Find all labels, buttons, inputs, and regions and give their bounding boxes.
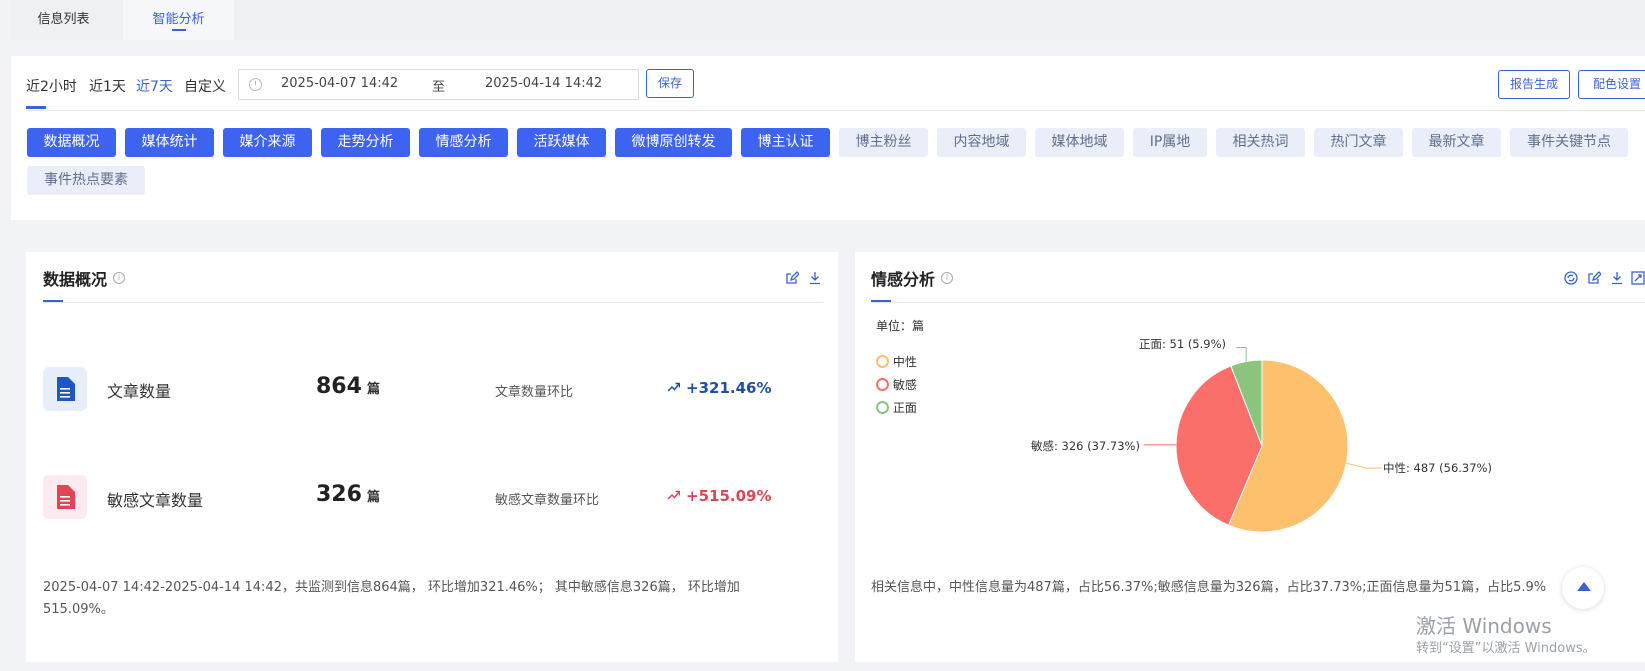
info-icon[interactable]: i bbox=[941, 272, 953, 284]
fullscreen-icon[interactable] bbox=[1631, 270, 1645, 285]
back-to-top-button[interactable] bbox=[1562, 567, 1604, 609]
tab-smart-analysis-label: 智能分析 bbox=[152, 12, 205, 27]
chip-ip-location[interactable]: IP属地 bbox=[1133, 128, 1207, 157]
pie-label-positive: 正面: 51 (5.9%) bbox=[1139, 337, 1227, 351]
range-1d[interactable]: 近1天 bbox=[89, 76, 126, 96]
date-start[interactable]: 2025-04-07 14:42 bbox=[281, 76, 398, 91]
overview-summary-line2: 515.09%。 bbox=[43, 602, 114, 617]
chip-latest-articles[interactable]: 最新文章 bbox=[1412, 128, 1501, 157]
date-end[interactable]: 2025-04-14 14:42 bbox=[485, 76, 602, 91]
trend-up-icon bbox=[667, 382, 680, 392]
overview-summary: 2025-04-07 14:42-2025-04-14 14:42，共监测到信息… bbox=[43, 577, 813, 621]
sentiment-summary: 相关信息中，中性信息量为487篇，占比56.37%;敏感信息量为326篇，占比3… bbox=[871, 580, 1547, 595]
windows-watermark-subtitle: 转到“设置”以激活 Windows。 bbox=[1416, 641, 1596, 656]
sensitive-mom-label: 敏感文章数量环比 bbox=[495, 493, 600, 508]
windows-watermark-title: 激活 Windows bbox=[1416, 614, 1552, 638]
panel-divider bbox=[43, 302, 823, 303]
sentiment-pie-chart bbox=[1144, 346, 1382, 533]
pie-leader-neutral bbox=[1346, 462, 1382, 469]
article-count-value: 864 篇 bbox=[316, 374, 380, 399]
overview-summary-line1: 2025-04-07 14:42-2025-04-14 14:42，共监测到信息… bbox=[43, 580, 740, 595]
pie-label-neutral: 中性: 487 (56.37%) bbox=[1383, 461, 1492, 475]
article-count-label: 文章数量 bbox=[107, 382, 172, 401]
article-mom-value: +321.46% bbox=[686, 379, 772, 397]
sensitive-count-number: 326 bbox=[316, 482, 362, 507]
range-custom[interactable]: 自定义 bbox=[184, 76, 226, 96]
download-icon[interactable] bbox=[1610, 270, 1624, 285]
clock-icon bbox=[249, 78, 262, 91]
tab-smart-analysis[interactable]: 智能分析 bbox=[123, 0, 234, 40]
download-icon[interactable] bbox=[808, 270, 822, 285]
panel-divider bbox=[871, 302, 1645, 303]
article-count-number: 864 bbox=[316, 374, 362, 399]
chip-blogger-fans[interactable]: 博主粉丝 bbox=[839, 128, 928, 157]
sensitive-count-unit: 篇 bbox=[367, 490, 381, 505]
sentiment-title: 情感分析 bbox=[871, 270, 936, 289]
chip-content-region[interactable]: 内容地域 bbox=[937, 128, 1026, 157]
trend-up-icon bbox=[667, 490, 680, 500]
chip-weibo-original-repost[interactable]: 微博原创转发 bbox=[615, 128, 732, 157]
sensitive-count-value: 326 篇 bbox=[316, 482, 380, 507]
chip-trend-analysis[interactable]: 走势分析 bbox=[321, 128, 410, 157]
pie-leader-positive bbox=[1236, 346, 1247, 362]
info-icon[interactable]: i bbox=[113, 272, 125, 284]
filter-divider bbox=[26, 110, 1645, 111]
pie-label-sensitive: 敏感: 326 (37.73%) bbox=[1031, 439, 1140, 453]
date-separator: 至 bbox=[432, 80, 446, 95]
article-mom-label: 文章数量环比 bbox=[495, 385, 574, 400]
sensitive-count-label: 敏感文章数量 bbox=[107, 491, 204, 510]
edit-icon[interactable] bbox=[1587, 270, 1602, 284]
chip-media-stats[interactable]: 媒体统计 bbox=[125, 128, 214, 157]
color-settings-button[interactable]: 配色设置 bbox=[1578, 70, 1645, 99]
date-range-picker[interactable]: 2025-04-07 14:42 至 2025-04-14 14:42 bbox=[238, 69, 639, 100]
article-count-unit: 篇 bbox=[367, 382, 381, 397]
range-2h[interactable]: 近2小时 bbox=[26, 76, 77, 96]
range-7d[interactable]: 近7天 bbox=[136, 76, 173, 96]
chip-active-media[interactable]: 活跃媒体 bbox=[517, 128, 606, 157]
sensitive-mom-value: +515.09% bbox=[686, 487, 772, 505]
top-tab-bar bbox=[10, 0, 1645, 40]
chip-sentiment-analysis[interactable]: 情感分析 bbox=[419, 128, 508, 157]
chip-media-region[interactable]: 媒体地域 bbox=[1035, 128, 1124, 157]
chip-event-hot-elements[interactable]: 事件热点要素 bbox=[27, 166, 145, 195]
chip-media-source[interactable]: 媒介来源 bbox=[223, 128, 312, 157]
chip-related-hotwords[interactable]: 相关热词 bbox=[1216, 128, 1305, 157]
chip-blogger-verification[interactable]: 博主认证 bbox=[741, 128, 830, 157]
sensitive-doc-icon bbox=[43, 475, 87, 519]
data-overview-title: 数据概况 bbox=[43, 270, 108, 289]
tab-info-list[interactable]: 信息列表 bbox=[10, 0, 117, 40]
save-button[interactable]: 保存 bbox=[646, 69, 694, 98]
chip-data-overview[interactable]: 数据概况 bbox=[27, 128, 116, 157]
chip-event-key-nodes[interactable]: 事件关键节点 bbox=[1510, 128, 1628, 157]
article-doc-icon bbox=[43, 367, 87, 411]
refresh-icon[interactable] bbox=[1564, 270, 1578, 285]
report-button[interactable]: 报告生成 bbox=[1498, 70, 1570, 99]
range-active-indicator bbox=[26, 106, 46, 109]
edit-icon[interactable] bbox=[785, 270, 800, 284]
chip-hot-articles[interactable]: 热门文章 bbox=[1314, 128, 1403, 157]
tab-active-indicator bbox=[171, 29, 186, 31]
